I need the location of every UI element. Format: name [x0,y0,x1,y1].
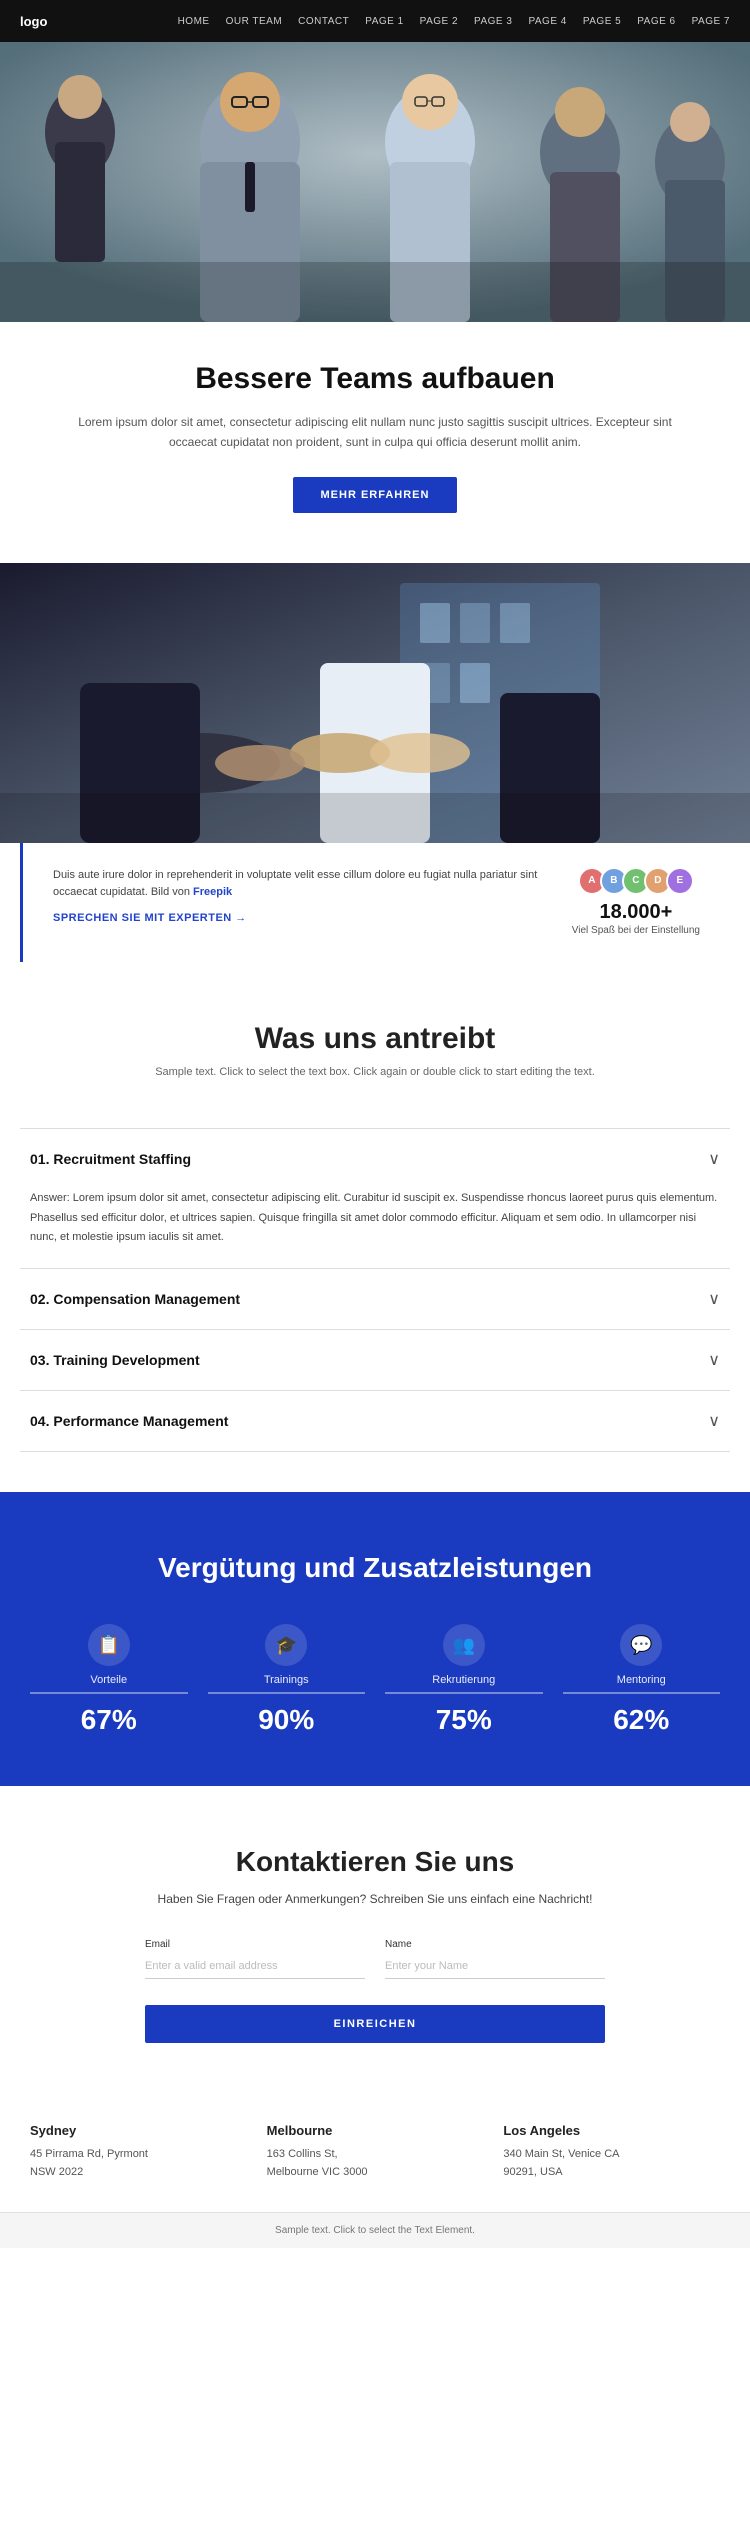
stats-description: Duis aute irure dolor in reprehenderit i… [53,867,542,902]
accordion-item-4: 04. Performance Management ∨ [20,1391,730,1452]
freepik-link[interactable]: Freepik [193,886,232,898]
hero-image [0,42,750,322]
chevron-down-icon-4: ∨ [708,1411,720,1431]
form-row: Email Name [145,1939,605,1979]
melbourne-city: Melbourne [267,2123,484,2138]
melbourne-address: 163 Collins St,Melbourne VIC 3000 [267,2146,484,2181]
accordion-item-2: 02. Compensation Management ∨ [20,1269,730,1330]
email-label: Email [145,1939,365,1950]
stat-card-rekrutierung: 👥 Rekrutierung 75% [385,1624,543,1736]
footer-note: Sample text. Click to select the Text El… [0,2212,750,2248]
vorteile-icon: 📋 [88,1624,130,1666]
stats-row: Duis aute irure dolor in reprehenderit i… [20,843,730,962]
location-melbourne: Melbourne 163 Collins St,Melbourne VIC 3… [267,2123,484,2181]
accordion-item-1: 01. Recruitment Staffing ∨ Answer: Lorem… [20,1129,730,1269]
mentoring-percent: 62% [613,1704,669,1736]
antreibt-section: Was uns antreibt Sample text. Click to s… [0,962,750,1128]
avatar-row: A B C D E [578,867,694,895]
accordion-title-4: 04. Performance Management [30,1413,228,1429]
stat-card-vorteile: 📋 Vorteile 67% [30,1624,188,1736]
hero-title: Bessere Teams aufbauen [60,362,690,396]
navigation: logo HOME OUR TEAM CONTACT PAGE 1 PAGE 2… [0,0,750,42]
avatar: E [666,867,694,895]
email-input[interactable] [145,1954,365,1979]
trainings-icon: 🎓 [265,1624,307,1666]
nav-page3[interactable]: PAGE 3 [474,16,512,27]
mentoring-label: Mentoring [617,1674,666,1686]
logo: logo [20,14,47,29]
nav-contact[interactable]: CONTACT [298,16,349,27]
name-label: Name [385,1939,605,1950]
los-angeles-address: 340 Main St, Venice CA90291, USA [503,2146,720,2181]
hero-text-section: Bessere Teams aufbauen Lorem ipsum dolor… [0,322,750,563]
name-field-container: Name [385,1939,605,1979]
accordion-header-3[interactable]: 03. Training Development ∨ [20,1330,730,1390]
location-los-angeles: Los Angeles 340 Main St, Venice CA90291,… [503,2123,720,2181]
accordion-content-1: Answer: Lorem ipsum dolor sit amet, cons… [20,1189,730,1268]
stat-card-trainings: 🎓 Trainings 90% [208,1624,366,1736]
blue-section-title: Vergütung und Zusatzleistungen [30,1552,720,1584]
nav-page4[interactable]: PAGE 4 [528,16,566,27]
vorteile-percent: 67% [81,1704,137,1736]
trainings-label: Trainings [264,1674,309,1686]
name-input[interactable] [385,1954,605,1979]
rekrutierung-percent: 75% [436,1704,492,1736]
nav-page2[interactable]: PAGE 2 [420,16,458,27]
accordion: 01. Recruitment Staffing ∨ Answer: Lorem… [20,1128,730,1452]
los-angeles-city: Los Angeles [503,2123,720,2138]
antreibt-subtitle: Sample text. Click to select the text bo… [30,1066,720,1078]
blue-section: Vergütung und Zusatzleistungen 📋 Vorteil… [0,1492,750,1786]
locations: Sydney 45 Pirrama Rd, PyrmontNSW 2022 Me… [0,2083,750,2211]
rekrutierung-label: Rekrutierung [432,1674,495,1686]
nav-links: HOME OUR TEAM CONTACT PAGE 1 PAGE 2 PAGE… [178,16,730,27]
vorteile-divider [30,1692,188,1694]
submit-button[interactable]: EINREICHEN [145,2005,605,2043]
contact-subtitle: Haben Sie Fragen oder Anmerkungen? Schre… [30,1890,720,1909]
accordion-title-2: 02. Compensation Management [30,1291,240,1307]
rekrutierung-icon: 👥 [443,1624,485,1666]
contact-form: Email Name EINREICHEN [145,1939,605,2043]
stats-right: A B C D E 18.000+ Viel Spaß bei der Eins… [572,867,700,938]
nav-page5[interactable]: PAGE 5 [583,16,621,27]
contact-title: Kontaktieren Sie uns [30,1846,720,1878]
chevron-down-icon-1: ∨ [708,1149,720,1169]
nav-page1[interactable]: PAGE 1 [365,16,403,27]
mentoring-divider [563,1692,721,1694]
antreibt-title: Was uns antreibt [30,1022,720,1056]
accordion-header-2[interactable]: 02. Compensation Management ∨ [20,1269,730,1329]
chevron-down-icon-3: ∨ [708,1350,720,1370]
stats-number: 18.000+ [599,901,672,924]
nav-page7[interactable]: PAGE 7 [692,16,730,27]
nav-home[interactable]: HOME [178,16,210,27]
sydney-city: Sydney [30,2123,247,2138]
rekrutierung-divider [385,1692,543,1694]
mentoring-icon: 💬 [620,1624,662,1666]
trainings-divider [208,1692,366,1694]
stats-grid: 📋 Vorteile 67% 🎓 Trainings 90% 👥 Rekruti… [30,1624,720,1736]
nav-page6[interactable]: PAGE 6 [637,16,675,27]
stat-card-mentoring: 💬 Mentoring 62% [563,1624,721,1736]
trainings-percent: 90% [258,1704,314,1736]
stats-text: Duis aute irure dolor in reprehenderit i… [53,867,542,924]
vorteile-label: Vorteile [90,1674,127,1686]
accordion-title-1: 01. Recruitment Staffing [30,1151,191,1167]
mehr-erfahren-button[interactable]: MEHR ERFAHREN [293,477,458,513]
sydney-address: 45 Pirrama Rd, PyrmontNSW 2022 [30,2146,247,2181]
accordion-header-1[interactable]: 01. Recruitment Staffing ∨ [20,1129,730,1189]
nav-our-team[interactable]: OUR TEAM [226,16,283,27]
hero-description: Lorem ipsum dolor sit amet, consectetur … [60,412,690,453]
experts-cta[interactable]: SPRECHEN SIE MIT EXPERTEN → [53,912,542,924]
location-sydney: Sydney 45 Pirrama Rd, PyrmontNSW 2022 [30,2123,247,2181]
chevron-down-icon-2: ∨ [708,1289,720,1309]
accordion-title-3: 03. Training Development [30,1352,200,1368]
accordion-header-4[interactable]: 04. Performance Management ∨ [20,1391,730,1451]
contact-section: Kontaktieren Sie uns Haben Sie Fragen od… [0,1786,750,2083]
accordion-item-3: 03. Training Development ∨ [20,1330,730,1391]
email-field-container: Email [145,1939,365,1979]
stats-label: Viel Spaß bei der Einstellung [572,924,700,938]
section-image [0,563,750,843]
